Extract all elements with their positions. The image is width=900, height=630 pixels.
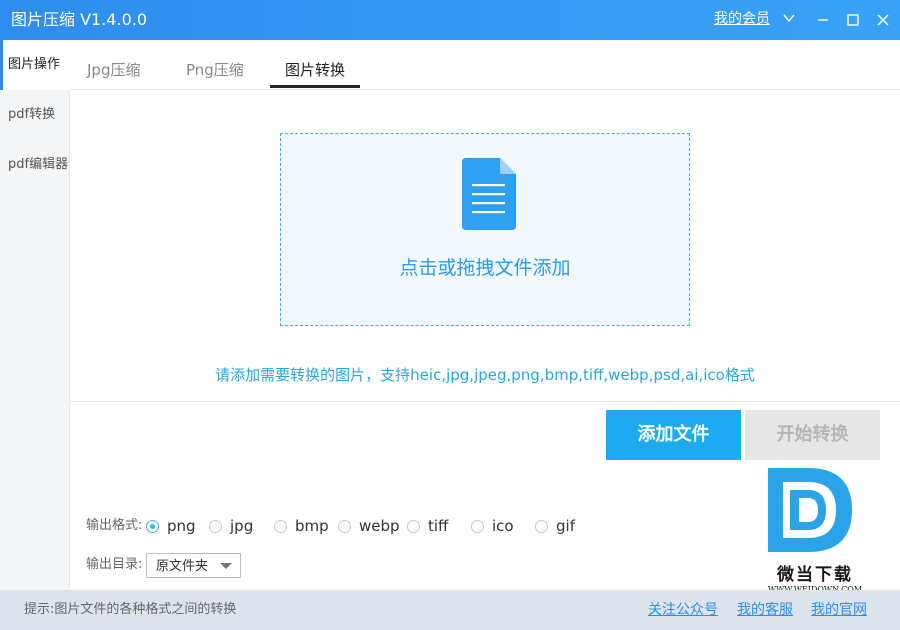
app-title: 图片压缩 V1.4.0.0 <box>11 10 148 29</box>
close-icon[interactable] <box>873 10 893 30</box>
follow-wechat-link[interactable]: 关注公众号 <box>648 601 718 619</box>
radio-dot <box>471 519 484 533</box>
radio-dot <box>535 519 548 533</box>
format-radio-gif[interactable]: gif <box>535 516 575 536</box>
weidown-logo: 微当下载 WWW.WEIDOWN.COM <box>760 464 870 596</box>
tab-bar: Jpg压缩 Png压缩 图片转换 <box>70 40 900 90</box>
radio-label: png <box>167 517 196 535</box>
radio-dot <box>209 519 222 533</box>
format-radio-tiff[interactable]: tiff <box>407 516 448 536</box>
divider <box>70 401 900 402</box>
output-dir-label: 输出目录: <box>86 557 143 572</box>
official-site-link[interactable]: 我的官网 <box>811 601 867 619</box>
maximize-icon[interactable] <box>843 10 863 30</box>
radio-label: bmp <box>295 517 329 535</box>
title-bar: 图片压缩 V1.4.0.0 我的会员 <box>0 0 900 40</box>
tab-png-compress[interactable]: Png压缩 <box>186 60 244 80</box>
radio-label: gif <box>556 517 575 535</box>
format-radio-jpg[interactable]: jpg <box>209 516 253 536</box>
chevron-down-icon[interactable] <box>782 11 796 25</box>
output-dir-select[interactable]: 原文件夹 <box>146 553 241 578</box>
sidebar-item-pdf-editor[interactable]: pdf编辑器 <box>0 140 70 190</box>
footer-tip: 提示:图片文件的各种格式之间的转换 <box>24 602 237 617</box>
radio-label: jpg <box>230 517 254 535</box>
radio-dot <box>146 519 159 533</box>
format-radio-webp[interactable]: webp <box>338 516 400 536</box>
sidebar-item-pdf-convert[interactable]: pdf转换 <box>0 90 70 140</box>
add-file-button[interactable]: 添加文件 <box>606 410 741 460</box>
supported-formats-hint: 请添加需要转换的图片，支持heic,jpg,jpeg,png,bmp,tiff,… <box>215 366 755 384</box>
weidown-logo-mark <box>768 468 852 552</box>
tab-image-convert[interactable]: 图片转换 <box>285 60 345 80</box>
document-icon <box>462 158 516 230</box>
output-dir-value: 原文件夹 <box>156 559 209 574</box>
watermark-name: 微当下载 <box>777 565 853 585</box>
tab-jpg-compress[interactable]: Jpg压缩 <box>87 60 140 80</box>
dropdown-arrow-icon <box>220 563 232 569</box>
radio-label: ico <box>492 517 514 535</box>
output-format-label: 输出格式: <box>86 518 143 533</box>
file-drop-zone[interactable]: 点击或拖拽文件添加 <box>280 133 690 326</box>
radio-dot <box>338 519 351 533</box>
format-radio-ico[interactable]: ico <box>471 516 514 536</box>
active-tab-indicator <box>270 85 360 88</box>
minimize-icon[interactable] <box>813 10 833 30</box>
format-radio-bmp[interactable]: bmp <box>274 516 329 536</box>
sidebar: 图片操作 pdf转换 pdf编辑器 <box>0 40 70 590</box>
sidebar-item-image-ops[interactable]: 图片操作 <box>0 40 70 90</box>
status-bar: 提示:图片文件的各种格式之间的转换 关注公众号 我的客服 我的官网 <box>0 590 900 630</box>
member-link[interactable]: 我的会员 <box>714 10 770 28</box>
format-radio-png[interactable]: png <box>146 516 196 536</box>
radio-label: webp <box>359 517 400 535</box>
radio-dot <box>407 519 420 533</box>
radio-label: tiff <box>428 517 449 535</box>
customer-service-link[interactable]: 我的客服 <box>737 601 793 619</box>
radio-dot <box>274 519 287 533</box>
start-convert-button[interactable]: 开始转换 <box>745 410 880 460</box>
drop-zone-label: 点击或拖拽文件添加 <box>399 257 571 279</box>
